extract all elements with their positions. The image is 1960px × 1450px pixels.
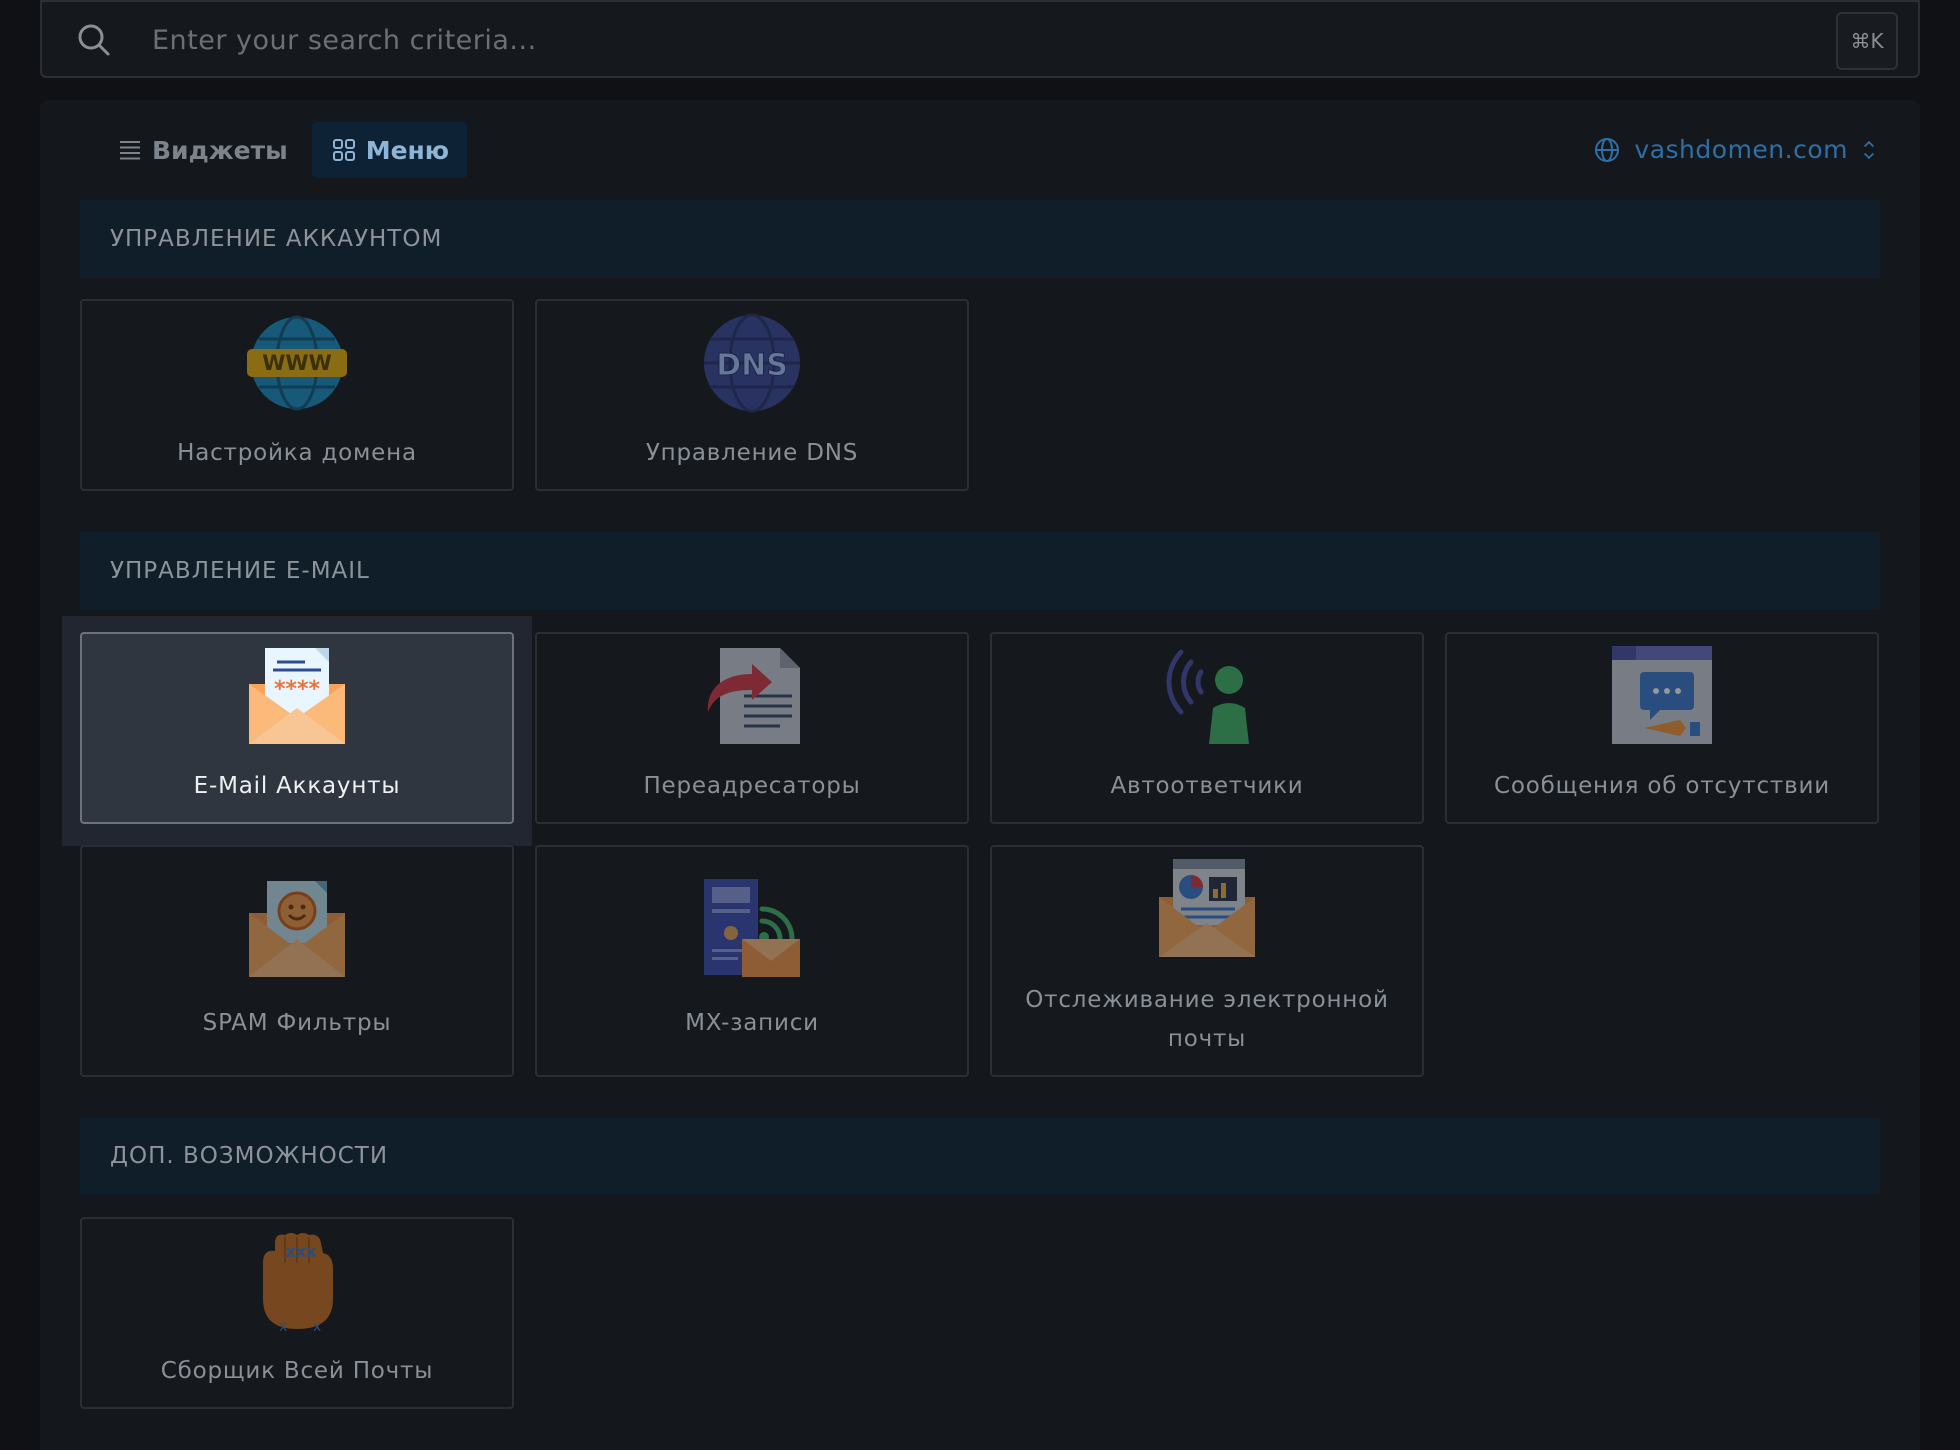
tile-label: Переадресаторы: [643, 773, 861, 799]
svg-text:****: ****: [274, 677, 321, 702]
domain-selector-label: vashdomen.com: [1634, 135, 1848, 164]
svg-text:WWW: WWW: [262, 351, 332, 375]
tile-domain-setup[interactable]: WWW Настройка домена: [80, 299, 514, 491]
tile-label: MX-записи: [685, 1010, 819, 1036]
tile-label: Сборщик Всей Почты: [160, 1358, 434, 1384]
section-title: ДОП. ВОЗМОЖНОСТИ: [110, 1143, 389, 1169]
email-tracking-icon: [1159, 859, 1255, 957]
dns-globe-icon: DNS: [704, 313, 800, 413]
tab-menu[interactable]: Меню: [311, 122, 468, 178]
search-bar[interactable]: ⌘K: [40, 0, 1920, 78]
tab-menu-label: Меню: [365, 135, 450, 165]
list-icon: [120, 141, 140, 160]
globe-icon: [1595, 137, 1620, 162]
tile-spam-filters[interactable]: SPAM Фильтры: [80, 845, 514, 1077]
tile-catch-all[interactable]: xxx x x Сборщик Всей Почты: [80, 1217, 514, 1409]
tile-label: E-Mail Аккаунты: [193, 773, 401, 799]
grid-icon: [332, 139, 355, 161]
catch-all-hand-icon: xxx x x: [263, 1233, 333, 1333]
tile-dns-management[interactable]: DNS Управление DNS: [535, 299, 969, 491]
www-globe-icon: WWW: [247, 315, 347, 411]
tile-away-messages[interactable]: Сообщения об отсутствии: [1445, 632, 1879, 824]
tab-widgets[interactable]: Виджеты: [98, 122, 306, 178]
chevron-updown-icon: [1864, 140, 1874, 159]
tile-mx-records[interactable]: MX-записи: [535, 845, 969, 1077]
svg-text:x: x: [279, 1319, 287, 1333]
away-message-icon: [1612, 646, 1712, 744]
section-header-account: УПРАВЛЕНИЕ АККАУНТОМ: [80, 200, 1880, 278]
mx-server-icon: [704, 879, 800, 977]
section-title: УПРАВЛЕНИЕ АККАУНТОМ: [110, 226, 443, 252]
tile-label: Автоответчики: [1110, 773, 1304, 799]
tile-label: Отслеживание электронной почты: [1025, 987, 1389, 1052]
view-tabs: Виджеты Меню: [98, 122, 468, 178]
keyboard-shortcut-badge: ⌘K: [1836, 12, 1898, 70]
tile-label: Сообщения об отсутствии: [1494, 773, 1830, 799]
section-header-email: УПРАВЛЕНИЕ E-MAIL: [80, 532, 1880, 610]
tab-widgets-label: Виджеты: [152, 135, 288, 165]
svg-text:x: x: [313, 1319, 321, 1333]
domain-selector[interactable]: vashdomen.com: [1594, 135, 1876, 164]
tile-autoresponders[interactable]: Автоответчики: [990, 632, 1424, 824]
forward-document-icon: [707, 648, 800, 744]
autoresponder-person-icon: [1166, 649, 1249, 744]
spam-envelope-icon: [249, 881, 345, 977]
tile-forwarders[interactable]: Переадресаторы: [535, 632, 969, 824]
tile-email-accounts[interactable]: **** E-Mail Аккаунты: [80, 632, 514, 824]
search-icon: [78, 24, 110, 56]
menu-panel: Виджеты Меню vashdomen.com УПРАВЛЕНИЕ АК…: [40, 100, 1920, 1450]
tile-label: Настройка домена: [177, 440, 417, 466]
email-password-envelope-icon: ****: [249, 648, 345, 744]
tile-email-tracking[interactable]: Отслеживание электронной почты: [990, 845, 1424, 1077]
tile-label: SPAM Фильтры: [202, 1010, 392, 1036]
section-header-extras: ДОП. ВОЗМОЖНОСТИ: [80, 1117, 1880, 1195]
svg-text:xxx: xxx: [286, 1242, 318, 1261]
search-input[interactable]: [152, 16, 1752, 64]
tile-label: Управление DNS: [645, 440, 859, 466]
svg-text:DNS: DNS: [716, 348, 788, 383]
section-title: УПРАВЛЕНИЕ E-MAIL: [110, 558, 370, 584]
